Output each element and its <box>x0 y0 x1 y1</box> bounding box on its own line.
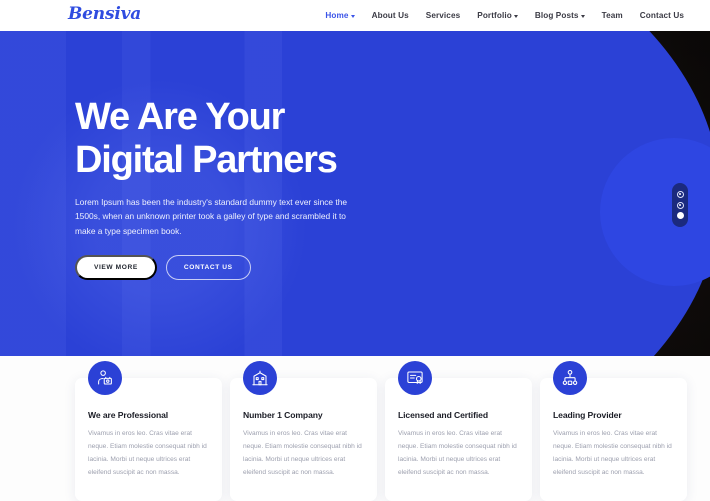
nav-label: Services <box>425 11 461 20</box>
nav-item-about-us[interactable]: About Us <box>372 11 409 20</box>
nav-item-team[interactable]: Team <box>602 11 623 20</box>
user-professional-icon <box>88 361 122 395</box>
nav-label: Team <box>601 11 623 20</box>
feature-card-title: Licensed and Certified <box>398 410 488 420</box>
view-more-button[interactable]: VIEW MORE <box>75 255 157 281</box>
nav-label: About Us <box>371 11 409 20</box>
chevron-down-icon <box>513 14 518 18</box>
feature-card[interactable]: Leading Provider Vivamus in eros leo. Cr… <box>540 361 687 501</box>
hero-button-group: VIEW MORE CONTACT US <box>75 255 405 281</box>
feature-card-text: Vivamus in eros leo. Cras vitae erat neq… <box>243 430 362 476</box>
chevron-down-icon <box>580 14 585 18</box>
nav-item-services[interactable]: Services <box>426 11 461 20</box>
nav-label: Contact Us <box>639 11 684 20</box>
nav-item-home[interactable]: Home <box>325 11 355 20</box>
hero-title: We Are Your Digital Partners <box>75 96 405 182</box>
nav-item-blog-posts[interactable]: Blog Posts <box>535 11 585 20</box>
feature-card[interactable]: Number 1 Company Vivamus in eros leo. Cr… <box>230 361 377 501</box>
network-hierarchy-icon <box>553 361 587 395</box>
office-building-icon <box>243 361 277 395</box>
feature-card-text: Vivamus in eros leo. Cras vitae erat neq… <box>553 430 672 476</box>
hero-title-line-1: We Are Your <box>75 96 285 138</box>
feature-card-title: Number 1 Company <box>243 410 323 420</box>
feature-card[interactable]: We are Professional Vivamus in eros leo.… <box>75 361 222 501</box>
hero-slider-dots[interactable] <box>672 183 688 227</box>
feature-card[interactable]: Licensed and Certified Vivamus in eros l… <box>385 361 532 501</box>
feature-card-title: We are Professional <box>88 410 169 420</box>
feature-card-text: Vivamus in eros leo. Cras vitae erat neq… <box>398 430 517 476</box>
hero-paragraph: Lorem Ipsum has been the industry's stan… <box>75 196 348 236</box>
hero-content: We Are Your Digital Partners Lorem Ipsum… <box>75 96 405 281</box>
nav-item-contact-us[interactable]: Contact Us <box>640 11 684 20</box>
certificate-icon <box>398 361 432 395</box>
hero-title-line-2: Digital Partners <box>75 138 338 181</box>
slider-dot-3-active[interactable] <box>676 212 684 220</box>
slider-dot-2[interactable] <box>676 201 684 209</box>
nav-label: Home <box>325 11 349 20</box>
slider-dot-1[interactable] <box>676 190 684 198</box>
site-header: Bensiva Home About Us Services Portfolio… <box>0 0 710 31</box>
nav-item-portfolio[interactable]: Portfolio <box>477 11 518 20</box>
site-logo[interactable]: Bensiva <box>68 4 141 24</box>
features-section: We are Professional Vivamus in eros leo.… <box>0 356 710 501</box>
nav-label: Portfolio <box>477 11 512 20</box>
feature-card-text: Vivamus in eros leo. Cras vitae erat neq… <box>88 430 207 476</box>
nav-label: Blog Posts <box>534 11 579 20</box>
feature-card-list: We are Professional Vivamus in eros leo.… <box>75 361 687 501</box>
chevron-down-icon <box>350 14 355 18</box>
contact-us-button[interactable]: CONTACT US <box>165 255 251 281</box>
feature-card-title: Leading Provider <box>553 410 622 420</box>
main-navigation: Home About Us Services Portfolio Blog Po… <box>325 0 684 31</box>
hero-section: We Are Your Digital Partners Lorem Ipsum… <box>0 31 710 356</box>
